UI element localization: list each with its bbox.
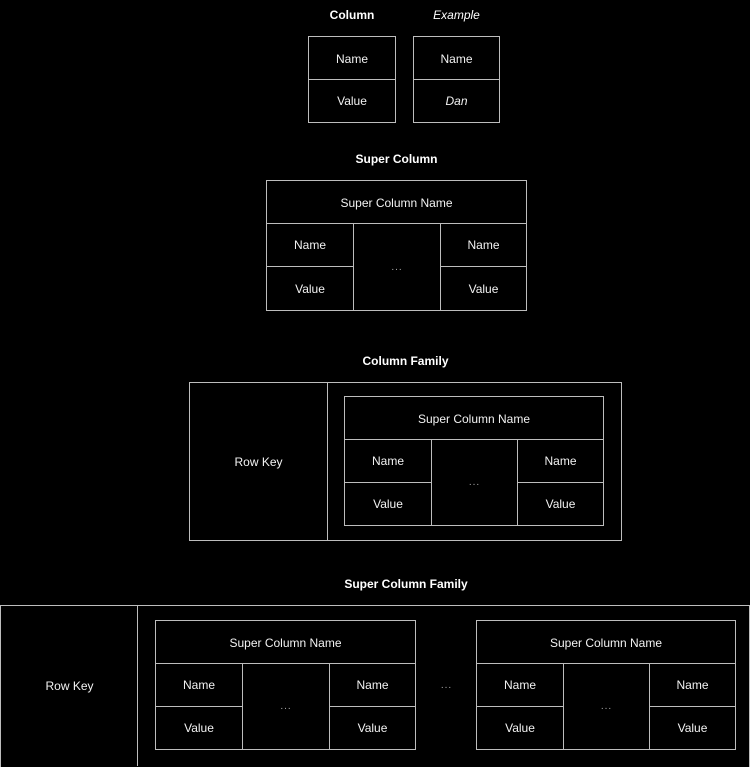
column-box: Name Value [308, 36, 396, 123]
between-ellipsis: ... [440, 680, 453, 691]
left-name-cell: Name [182, 678, 215, 692]
example-name-cell: Name [440, 51, 473, 66]
right-value-cell: Value [357, 721, 388, 735]
super-column-title: Super Column [355, 152, 438, 166]
super-column-box: Super Column Name Name Value ... Name Va… [344, 396, 604, 526]
row-key-cell: Row Key [234, 454, 283, 469]
right-name-cell: Name [356, 678, 389, 692]
super-column-name-cell: Super Column Name [229, 635, 342, 650]
column-family-title: Column Family [362, 354, 449, 368]
right-value-cell: Value [677, 721, 708, 735]
left-value-cell: Value [295, 281, 325, 296]
left-name-cell: Name [293, 238, 326, 252]
right-value-cell: Value [545, 497, 576, 511]
example-value-cell: Dan [445, 94, 468, 108]
super-column-family-box: Row Key Super Column Name Name Value ...… [0, 605, 750, 767]
column-name-cell: Name [335, 51, 368, 66]
ellipsis: ... [600, 701, 613, 712]
right-name-cell: Name [467, 238, 500, 252]
example-column-box: Name Dan [413, 36, 500, 123]
left-name-cell: Name [371, 454, 404, 468]
ellipsis: ... [280, 701, 292, 712]
example-title: Example [433, 8, 480, 22]
right-value-cell: Value [468, 281, 499, 296]
super-column-family-title: Super Column Family [344, 577, 468, 591]
column-family-box: Row Key Super Column Name Name Value ...… [189, 382, 622, 541]
left-name-cell: Name [503, 678, 536, 692]
super-column-box: Super Column Name Name Value ... Name Va… [155, 620, 416, 750]
divider [137, 606, 138, 766]
row-key-cell: Row Key [45, 678, 94, 693]
super-column-box: Super Column Name Name Value ... Name Va… [476, 620, 736, 750]
super-column-box: Super Column Name Name Value ... Name Va… [266, 180, 527, 311]
super-column-name-cell: Super Column Name [340, 195, 453, 210]
column-value-cell: Value [337, 94, 367, 108]
right-name-cell: Name [676, 678, 709, 692]
ellipsis: ... [468, 477, 481, 488]
column-title: Column [329, 8, 375, 22]
super-column-name-cell: Super Column Name [549, 635, 663, 650]
ellipsis: ... [391, 261, 403, 273]
super-column-name-cell: Super Column Name [417, 411, 531, 426]
left-value-cell: Value [505, 721, 535, 735]
right-name-cell: Name [544, 454, 577, 468]
left-value-cell: Value [373, 497, 403, 511]
left-value-cell: Value [184, 721, 214, 735]
divider [327, 383, 328, 540]
